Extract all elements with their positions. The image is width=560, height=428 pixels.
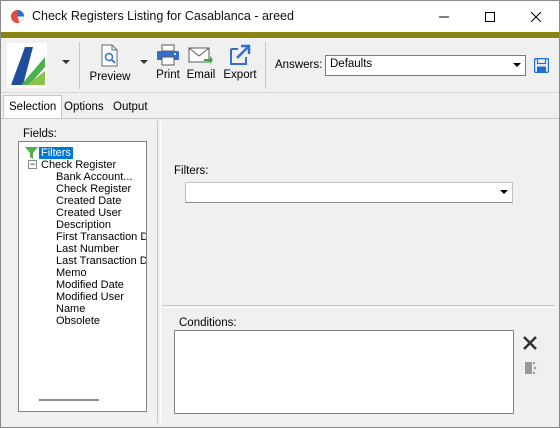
- answers-label: Answers:: [275, 59, 323, 71]
- tree-field[interactable]: Created Date: [56, 195, 121, 207]
- filters-dropdown[interactable]: [185, 182, 513, 203]
- tab-strip: Selection Options Output: [1, 94, 559, 118]
- tree-field[interactable]: Last Transaction D: [56, 255, 146, 267]
- chevron-down-icon[interactable]: [62, 60, 70, 65]
- envelope-icon: [188, 47, 213, 64]
- answers-select[interactable]: Defaults: [325, 55, 526, 76]
- tree-field[interactable]: Last Number: [56, 243, 119, 255]
- pie-chart-icon: [10, 9, 25, 24]
- print-button[interactable]: Print: [153, 44, 183, 88]
- email-label: Email: [186, 69, 216, 81]
- tree-field[interactable]: Obsolete: [56, 315, 100, 327]
- minimize-icon: [439, 16, 449, 17]
- tree-field[interactable]: Check Register: [56, 183, 131, 195]
- preview-document-icon: [101, 44, 118, 67]
- tree-node-filters[interactable]: Filters: [39, 147, 73, 159]
- horizontal-splitter[interactable]: [162, 305, 554, 308]
- maximize-button[interactable]: [467, 1, 513, 32]
- export-button[interactable]: Export: [221, 44, 259, 88]
- column-move-icon[interactable]: [524, 361, 538, 375]
- tree-expander-sign: −: [29, 159, 36, 169]
- conditions-label: Conditions:: [179, 317, 237, 329]
- chevron-down-icon[interactable]: [140, 60, 148, 65]
- printer-icon: [157, 44, 179, 66]
- tab-options[interactable]: Options: [59, 98, 109, 118]
- tab-selection[interactable]: Selection: [3, 95, 63, 118]
- tree-field[interactable]: Name: [56, 303, 85, 315]
- email-button[interactable]: Email: [186, 44, 216, 88]
- tree-field[interactable]: Memo: [56, 267, 87, 279]
- export-arrow-icon: [230, 44, 251, 65]
- minimize-button[interactable]: [421, 1, 467, 32]
- tree-field[interactable]: First Transaction D: [56, 231, 146, 243]
- tree-field[interactable]: Description: [56, 219, 111, 231]
- conditions-box[interactable]: [174, 330, 514, 414]
- close-icon: [531, 11, 541, 22]
- toolbar-separator: [79, 42, 80, 89]
- filters-panel: Filters: Conditions:: [162, 121, 558, 423]
- chevron-down-icon: [500, 190, 508, 194]
- chevron-down-icon: [513, 63, 521, 67]
- toolbar-separator: [265, 42, 266, 89]
- tree-field[interactable]: Modified Date: [56, 279, 124, 291]
- fields-tree[interactable]: Filters − Check Register Bank Account...…: [18, 141, 147, 412]
- acctivate-logo[interactable]: [7, 43, 47, 88]
- toolbar: Preview Print Email Export Answers: Defa…: [1, 38, 559, 93]
- print-label: Print: [156, 69, 180, 81]
- maximize-icon: [485, 11, 495, 22]
- preview-button[interactable]: Preview: [89, 44, 131, 88]
- tree-field[interactable]: Modified User: [56, 291, 124, 303]
- selection-panel: Fields: Filters − Check Register Bank Ac…: [1, 118, 559, 427]
- horizontal-scrollbar[interactable]: [39, 399, 99, 401]
- filters-label: Filters:: [174, 165, 209, 177]
- preview-label: Preview: [89, 71, 131, 83]
- answers-value: Defaults: [330, 58, 373, 70]
- tree-field[interactable]: Bank Account...: [56, 171, 132, 183]
- tree-node-check-register[interactable]: Check Register: [41, 159, 116, 171]
- export-label: Export: [223, 69, 257, 81]
- close-icon[interactable]: [522, 335, 538, 351]
- report-window: Check Registers Listing for Casablanca -…: [0, 0, 560, 428]
- floppy-disk-icon[interactable]: [534, 58, 549, 73]
- close-window-button[interactable]: [513, 1, 559, 32]
- tree-field[interactable]: Created User: [56, 207, 121, 219]
- funnel-icon: [25, 147, 38, 159]
- vertical-splitter[interactable]: [157, 121, 161, 423]
- window-title: Check Registers Listing for Casablanca -…: [32, 9, 294, 23]
- fields-label: Fields:: [23, 128, 57, 140]
- tab-output[interactable]: Output: [108, 98, 153, 118]
- title-bar: Check Registers Listing for Casablanca -…: [1, 1, 559, 32]
- tree-expander[interactable]: −: [28, 160, 37, 169]
